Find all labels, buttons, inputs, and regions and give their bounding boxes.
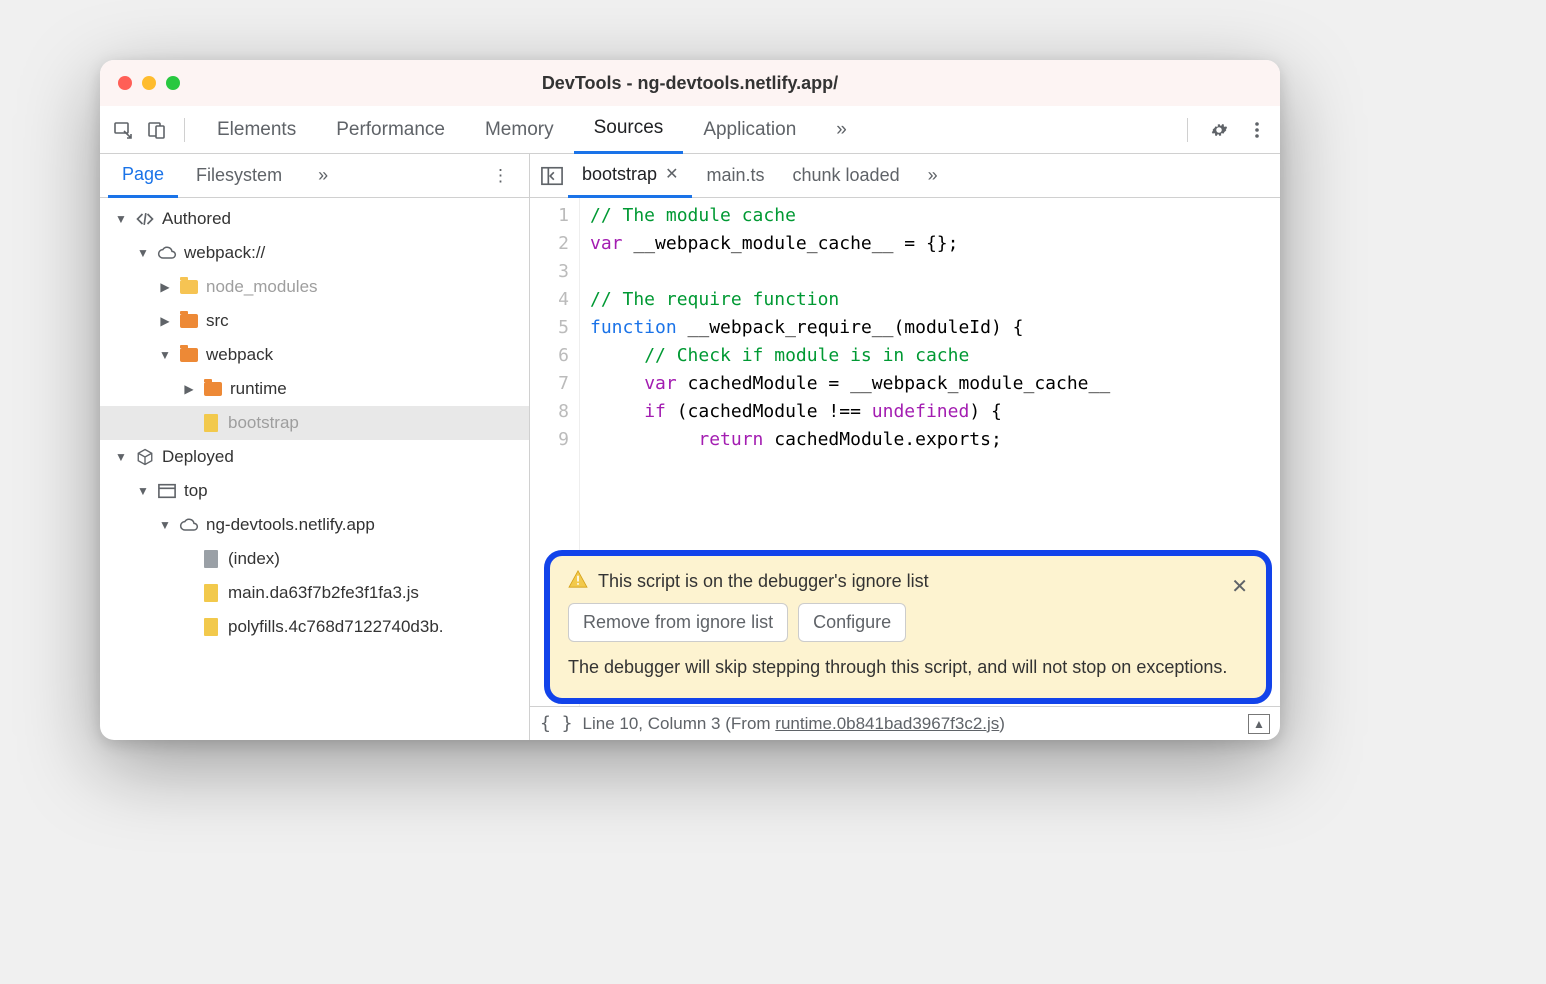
file-tab-label: main.ts [706,165,764,186]
titlebar: DevTools - ng-devtools.netlify.app/ [100,60,1280,106]
tree-label: polyfills.4c768d7122740d3b. [228,617,444,637]
folder-icon [178,276,200,298]
toolbar-separator [1187,118,1188,142]
tree-item-domain[interactable]: ▼ng-devtools.netlify.app [100,508,529,542]
editor-pane: bootstrap✕ main.ts chunk loaded » 123456… [530,154,1280,740]
tree-item-polyfills[interactable]: polyfills.4c768d7122740d3b. [100,610,529,644]
tree-label: runtime [230,379,287,399]
file-tabs-overflow[interactable]: » [914,154,952,198]
tab-page[interactable]: Page [108,154,178,198]
gear-icon[interactable] [1204,115,1234,145]
navigator-tabs: Page Filesystem » ⋮ [100,154,529,198]
file-tab-label: bootstrap [582,164,657,185]
navigator-kebab-icon[interactable]: ⋮ [480,166,521,186]
tree-label: (index) [228,549,280,569]
remove-from-ignore-list-button[interactable]: Remove from ignore list [568,603,788,642]
tree-item-index[interactable]: (index) [100,542,529,576]
hide-navigator-icon[interactable] [536,166,568,186]
tree-item-node-modules[interactable]: ▶node_modules [100,270,529,304]
close-infobar-button[interactable]: ✕ [1231,574,1248,599]
toolbar-separator [184,118,185,142]
main-toolbar: Elements Performance Memory Sources Appl… [100,106,1280,154]
tab-memory[interactable]: Memory [465,106,574,154]
code-icon [134,208,156,230]
devtools-window: DevTools - ng-devtools.netlify.app/ Elem… [100,60,1280,740]
tree-label: bootstrap [228,413,299,433]
file-icon [200,548,222,570]
warning-icon [568,570,588,593]
file-icon [200,412,222,434]
infobar-title: This script is on the debugger's ignore … [598,571,929,592]
tree-label: top [184,481,208,501]
cube-icon [134,446,156,468]
file-icon [200,582,222,604]
tab-performance[interactable]: Performance [316,106,465,154]
tree-label: ng-devtools.netlify.app [206,515,375,535]
file-tree: ▼Authored ▼webpack:// ▶node_modules ▶src… [100,198,529,740]
file-tabs: bootstrap ✕ main.ts chunk loaded » [530,154,1280,198]
tree-item-runtime[interactable]: ▶runtime [100,372,529,406]
navigator-tabs-overflow[interactable]: » [304,154,342,198]
cursor-position: Line 10, Column 3 (From runtime.0b841bad… [583,714,1005,734]
tree-label: src [206,311,229,331]
tree-label: main.da63f7b2fe3f1fa3.js [228,583,419,603]
navigator-sidebar: Page Filesystem » ⋮ ▼Authored ▼webpack:/… [100,154,530,740]
tree-item-bootstrap[interactable]: bootstrap [100,406,529,440]
file-tab-chunk-loaded[interactable]: chunk loaded [779,154,914,198]
tree-label: Deployed [162,447,234,467]
infobar-description: The debugger will skip stepping through … [568,654,1248,680]
cloud-icon [178,514,200,536]
folder-icon [178,344,200,366]
tree-label: node_modules [206,277,318,297]
tab-elements[interactable]: Elements [197,106,316,154]
configure-button[interactable]: Configure [798,603,906,642]
window-title: DevTools - ng-devtools.netlify.app/ [100,73,1280,94]
cloud-icon [156,242,178,264]
source-link[interactable]: runtime.0b841bad3967f3c2.js [775,714,999,733]
collapse-bottom-icon[interactable]: ▲ [1248,714,1270,734]
folder-icon [178,310,200,332]
tabs-overflow[interactable]: » [816,106,867,154]
pretty-print-icon[interactable]: { } [540,713,573,734]
ignore-list-infobar: ✕ This script is on the debugger's ignor… [544,550,1272,704]
tree-group-deployed[interactable]: ▼Deployed [100,440,529,474]
device-toolbar-icon[interactable] [142,115,172,145]
close-tab-icon[interactable]: ✕ [665,164,678,184]
file-icon [200,616,222,638]
file-tab-bootstrap[interactable]: bootstrap ✕ [568,154,692,198]
frame-icon [156,480,178,502]
file-tab-main-ts[interactable]: main.ts [692,154,778,198]
inspect-element-icon[interactable] [108,115,138,145]
tree-item-top[interactable]: ▼top [100,474,529,508]
tree-item-mainjs[interactable]: main.da63f7b2fe3f1fa3.js [100,576,529,610]
tab-sources[interactable]: Sources [574,106,684,154]
status-bar: { } Line 10, Column 3 (From runtime.0b84… [530,706,1280,740]
tree-label: webpack:// [184,243,265,263]
tree-group-authored[interactable]: ▼Authored [100,202,529,236]
folder-icon [202,378,224,400]
tab-application[interactable]: Application [683,106,816,154]
file-tab-label: chunk loaded [793,165,900,186]
panel-tabs: Elements Performance Memory Sources Appl… [197,106,867,154]
tree-label: webpack [206,345,273,365]
tree-label: Authored [162,209,231,229]
tree-item-src[interactable]: ▶src [100,304,529,338]
tree-item-webpack[interactable]: ▼webpack [100,338,529,372]
kebab-menu-icon[interactable] [1242,115,1272,145]
tree-item-webpack-scheme[interactable]: ▼webpack:// [100,236,529,270]
tab-filesystem[interactable]: Filesystem [182,154,296,198]
